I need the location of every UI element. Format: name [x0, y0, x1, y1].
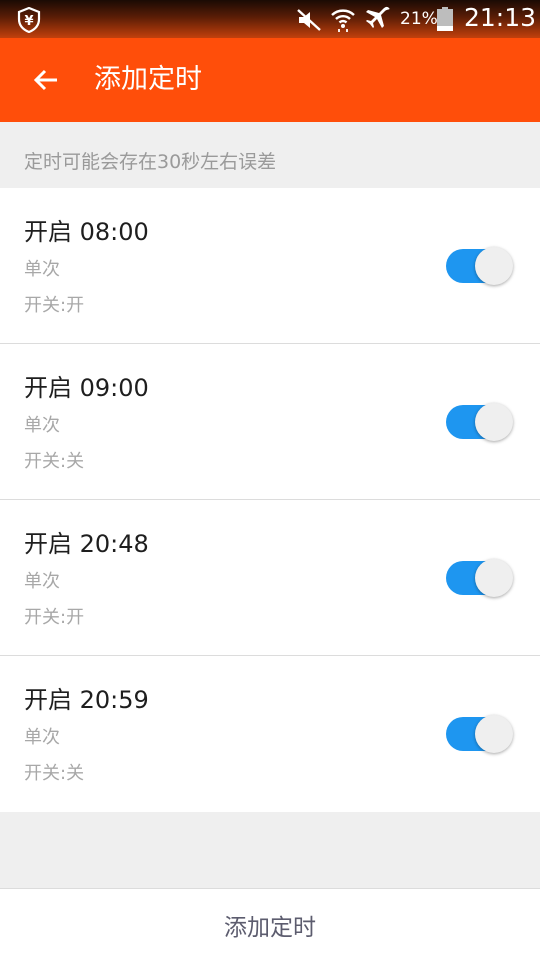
arrow-left-icon	[33, 69, 57, 91]
toggle-knob	[475, 559, 513, 597]
timer-item[interactable]: 开启 09:00 单次 开关:关	[0, 344, 540, 500]
timer-enable-toggle[interactable]	[446, 715, 516, 753]
timer-enable-toggle[interactable]	[446, 559, 516, 597]
timer-enable-toggle[interactable]	[446, 403, 516, 441]
timer-title: 开启 09:00	[24, 374, 149, 402]
timer-repeat: 单次	[24, 571, 60, 592]
app-bar: 添加定时	[0, 38, 540, 122]
timer-repeat: 单次	[24, 727, 60, 748]
app-badge-icon: ¥	[17, 7, 41, 33]
status-bar: ¥ 21% 21:13	[0, 0, 540, 38]
timer-switch-state: 开关:开	[24, 607, 85, 628]
status-clock: 21:13	[464, 3, 537, 32]
svg-text:¥: ¥	[24, 14, 33, 29]
timer-repeat: 单次	[24, 415, 60, 436]
battery-percent: 21%	[400, 9, 438, 29]
notice-banner: 定时可能会存在30秒左右误差	[0, 122, 540, 188]
page-title: 添加定时	[94, 64, 202, 95]
timer-item[interactable]: 开启 20:59 单次 开关:关	[0, 656, 540, 812]
timer-repeat: 单次	[24, 259, 60, 280]
timer-enable-toggle[interactable]	[446, 247, 516, 285]
timer-title: 开启 20:48	[24, 530, 149, 558]
timer-item[interactable]: 开启 08:00 单次 开关:开	[0, 188, 540, 344]
timer-switch-state: 开关:开	[24, 295, 85, 316]
wifi-icon	[331, 9, 355, 32]
toggle-knob	[475, 247, 513, 285]
airplane-icon	[366, 6, 390, 28]
battery-icon	[437, 7, 453, 31]
add-timer-button[interactable]: 添加定时	[0, 889, 540, 960]
bottom-bar: 添加定时	[0, 888, 540, 960]
back-button[interactable]	[26, 60, 66, 100]
timer-switch-state: 开关:关	[24, 763, 85, 784]
timer-switch-state: 开关:关	[24, 451, 85, 472]
timer-item[interactable]: 开启 20:48 单次 开关:开	[0, 500, 540, 656]
timer-list: 开启 08:00 单次 开关:开 开启 09:00 单次 开关:关 开启 20:…	[0, 188, 540, 812]
toggle-knob	[475, 403, 513, 441]
notice-text: 定时可能会存在30秒左右误差	[24, 151, 277, 173]
timer-title: 开启 20:59	[24, 686, 149, 714]
timer-title: 开启 08:00	[24, 218, 149, 246]
toggle-knob	[475, 715, 513, 753]
mute-icon	[297, 9, 321, 31]
